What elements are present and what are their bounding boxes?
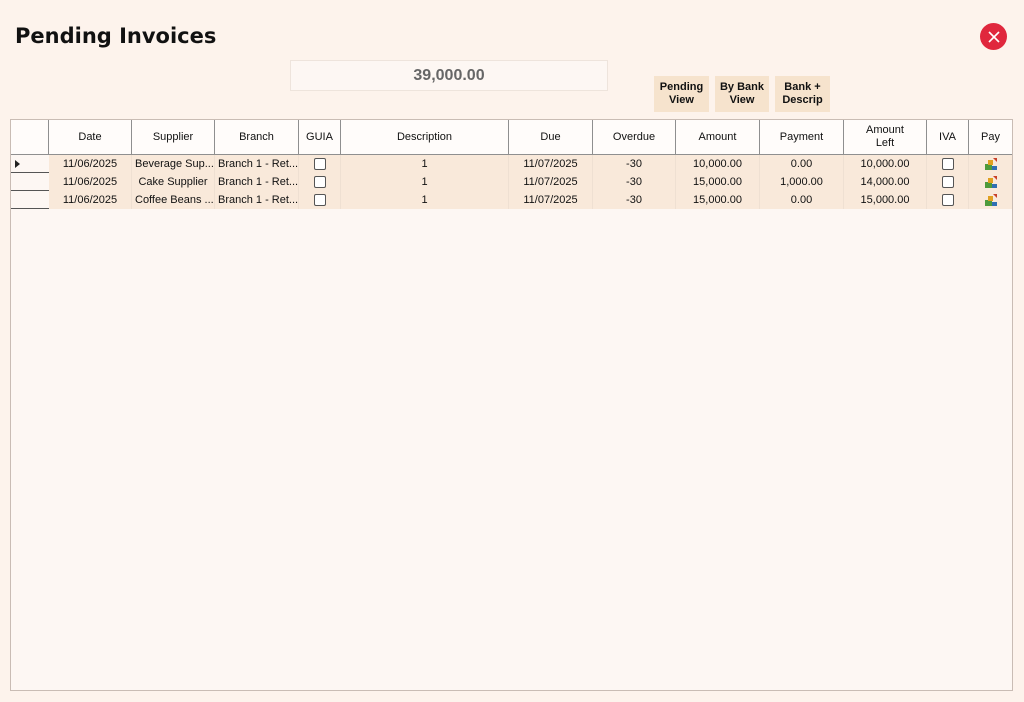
cell-payment[interactable]: 1,000.00 xyxy=(760,173,844,191)
cell-overdue[interactable]: -30 xyxy=(593,173,676,191)
cell-guia xyxy=(299,173,341,191)
row-selector[interactable] xyxy=(11,173,49,191)
cell-branch[interactable]: Branch 1 - Ret... xyxy=(215,173,299,191)
cell-iva xyxy=(927,155,969,173)
cell-due[interactable]: 11/07/2025 xyxy=(509,155,593,173)
column-header-due[interactable]: Due xyxy=(509,120,593,154)
cell-guia xyxy=(299,191,341,209)
cell-supplier[interactable]: Cake Supplier xyxy=(132,173,215,191)
invoices-grid[interactable]: Date Supplier Branch GUIA Description Du… xyxy=(10,119,1013,691)
cell-iva xyxy=(927,191,969,209)
guia-checkbox[interactable] xyxy=(313,158,326,170)
cell-payment[interactable]: 0.00 xyxy=(760,155,844,173)
cell-description[interactable]: 1 xyxy=(341,173,509,191)
column-header-guia[interactable]: GUIA xyxy=(299,120,341,154)
cell-branch[interactable]: Branch 1 - Ret... xyxy=(215,191,299,209)
column-header-supplier[interactable]: Supplier xyxy=(132,120,215,154)
cell-amount-left[interactable]: 10,000.00 xyxy=(844,155,927,173)
cell-amount[interactable]: 10,000.00 xyxy=(676,155,760,173)
cell-due[interactable]: 11/07/2025 xyxy=(509,191,593,209)
table-row[interactable]: 11/06/2025 Cake Supplier Branch 1 - Ret.… xyxy=(11,173,1012,191)
page-title: Pending Invoices xyxy=(15,24,217,48)
cell-date[interactable]: 11/06/2025 xyxy=(49,155,132,173)
cell-overdue[interactable]: -30 xyxy=(593,191,676,209)
total-amount-display: 39,000.00 xyxy=(290,60,608,91)
iva-checkbox[interactable] xyxy=(941,194,954,206)
iva-checkbox[interactable] xyxy=(941,176,954,188)
guia-checkbox[interactable] xyxy=(313,194,326,206)
cell-due[interactable]: 11/07/2025 xyxy=(509,173,593,191)
iva-checkbox[interactable] xyxy=(941,158,954,170)
column-header-amount-left[interactable]: Amount Left xyxy=(844,120,927,154)
current-row-arrow-icon xyxy=(15,159,20,168)
cell-iva xyxy=(927,173,969,191)
cell-amount-left[interactable]: 15,000.00 xyxy=(844,191,927,209)
column-header-iva[interactable]: IVA xyxy=(927,120,969,154)
bank-descrip-button[interactable]: Bank + Descrip xyxy=(775,76,830,112)
pay-money-icon[interactable] xyxy=(984,175,998,189)
cell-amount-left[interactable]: 14,000.00 xyxy=(844,173,927,191)
column-header-date[interactable]: Date xyxy=(49,120,132,154)
pay-money-icon[interactable] xyxy=(984,157,998,171)
cell-pay xyxy=(969,191,1012,209)
cell-supplier[interactable]: Beverage Sup... xyxy=(132,155,215,173)
row-selector[interactable] xyxy=(11,155,49,173)
cell-date[interactable]: 11/06/2025 xyxy=(49,191,132,209)
column-header-description[interactable]: Description xyxy=(341,120,509,154)
column-header-payment[interactable]: Payment xyxy=(760,120,844,154)
pending-view-button[interactable]: Pending View xyxy=(654,76,709,112)
grid-header: Date Supplier Branch GUIA Description Du… xyxy=(11,120,1012,155)
cell-guia xyxy=(299,155,341,173)
cell-payment[interactable]: 0.00 xyxy=(760,191,844,209)
column-header-overdue[interactable]: Overdue xyxy=(593,120,676,154)
column-header-branch[interactable]: Branch xyxy=(215,120,299,154)
table-row[interactable]: 11/06/2025 Coffee Beans ... Branch 1 - R… xyxy=(11,191,1012,209)
cell-description[interactable]: 1 xyxy=(341,155,509,173)
guia-checkbox[interactable] xyxy=(313,176,326,188)
table-row[interactable]: 11/06/2025 Beverage Sup... Branch 1 - Re… xyxy=(11,155,1012,173)
cell-description[interactable]: 1 xyxy=(341,191,509,209)
by-bank-view-button[interactable]: By Bank View xyxy=(715,76,769,112)
cell-supplier[interactable]: Coffee Beans ... xyxy=(132,191,215,209)
cell-branch[interactable]: Branch 1 - Ret... xyxy=(215,155,299,173)
column-header-amount[interactable]: Amount xyxy=(676,120,760,154)
cell-pay xyxy=(969,173,1012,191)
column-header-pay[interactable]: Pay xyxy=(969,120,1012,154)
row-selector[interactable] xyxy=(11,191,49,209)
close-icon xyxy=(987,30,1000,43)
cell-amount[interactable]: 15,000.00 xyxy=(676,173,760,191)
close-button[interactable] xyxy=(980,23,1007,50)
cell-amount[interactable]: 15,000.00 xyxy=(676,191,760,209)
row-header-corner xyxy=(11,120,49,154)
cell-pay xyxy=(969,155,1012,173)
cell-date[interactable]: 11/06/2025 xyxy=(49,173,132,191)
cell-overdue[interactable]: -30 xyxy=(593,155,676,173)
pay-money-icon[interactable] xyxy=(984,193,998,207)
